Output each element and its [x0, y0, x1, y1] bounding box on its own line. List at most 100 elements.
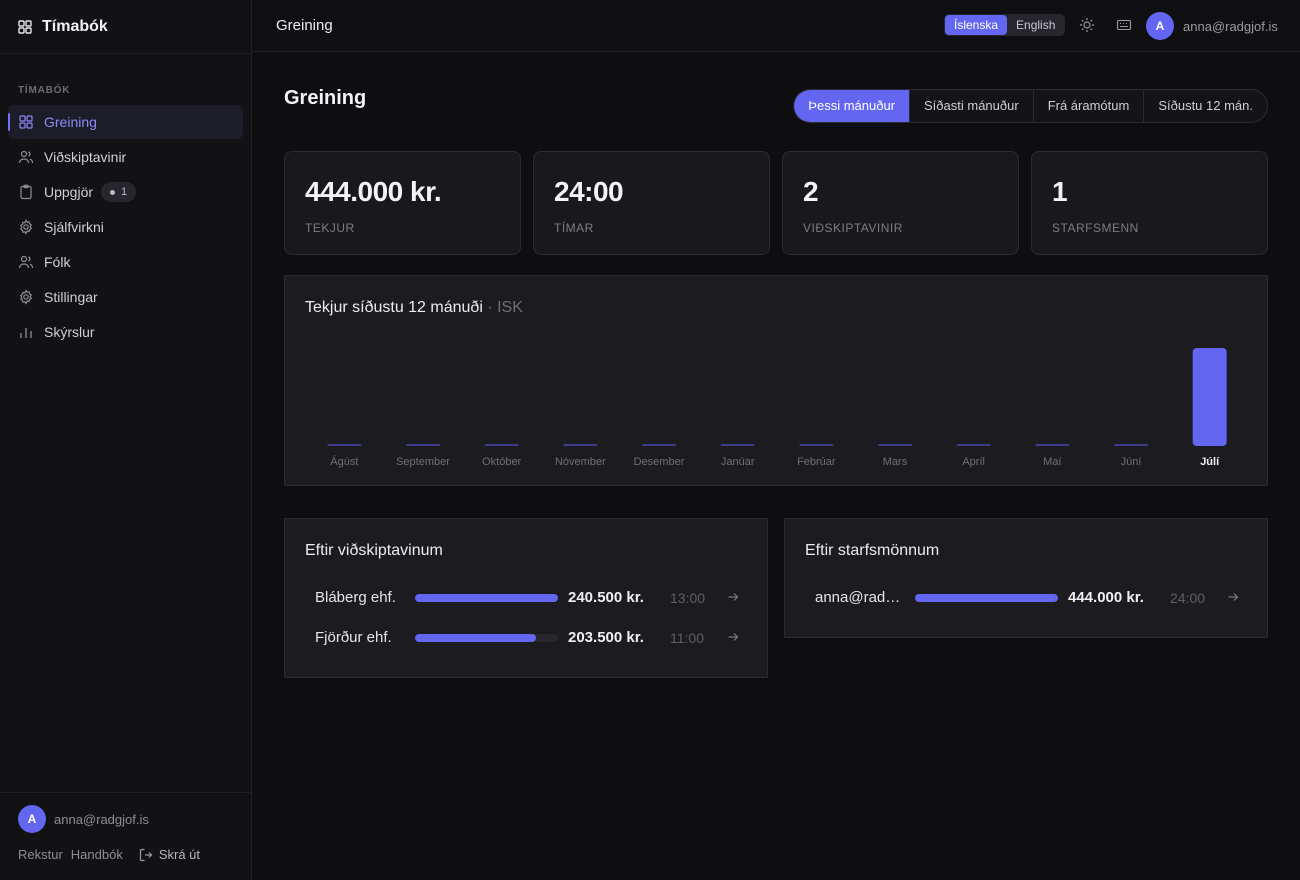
sidebar-item-label: Viðskiptavinir	[44, 149, 127, 165]
link-handbok[interactable]: Handbók	[71, 847, 123, 862]
share-bar	[915, 594, 1058, 602]
logout-label: Skrá út	[158, 847, 201, 862]
chart-tick-label-10: Júní	[1121, 456, 1142, 468]
share-bar-fill	[915, 594, 1058, 602]
chart-tick-label-4: Desember	[634, 456, 685, 468]
list-item[interactable]: Bláberg ehf. 240.500 kr. 13:00	[315, 586, 739, 610]
card-title: Eftir viðskiptavinum	[305, 542, 443, 559]
kpi-label: TEKJUR	[305, 221, 355, 235]
arrow-right-icon[interactable]	[1227, 591, 1239, 603]
kpi-value: 1	[1052, 176, 1068, 207]
kpi-card-employees: 1 STARFSMENN	[1031, 151, 1268, 255]
sun-icon[interactable]	[1079, 17, 1095, 33]
by-employee-card: Eftir starfsmönnum anna@radg… 444.000 kr…	[784, 518, 1268, 638]
chart-bar-0[interactable]	[327, 444, 362, 446]
sidebar-item-sjalfvirkni[interactable]: Sjálfvirkni	[8, 210, 243, 244]
sidebar: Tímabók TÍMABÓK Greining Viðskiptavinir	[0, 0, 252, 880]
sidebar-item-skyrslur[interactable]: Skýrslur	[8, 315, 243, 349]
kpi-value: 444.000 kr.	[305, 176, 442, 207]
page-title: Greining	[284, 87, 367, 109]
chart-tick-label-5: Janúar	[721, 456, 755, 468]
gear-icon	[18, 289, 34, 305]
sidebar-user[interactable]: A anna@radgjof.is	[18, 805, 149, 833]
range-year-to-date[interactable]: Frá áramótum	[1032, 90, 1144, 122]
chart-bar-2[interactable]	[484, 444, 519, 446]
arrow-right-icon[interactable]	[727, 631, 739, 643]
sidebar-footer: A anna@radgjof.is Rekstur Handbók Skrá ú…	[0, 792, 252, 880]
user-email: anna@radgjof.is	[1183, 18, 1278, 34]
chart-tick-label-1: September	[396, 456, 450, 468]
share-bar-fill	[415, 634, 536, 642]
share-bar-fill	[415, 594, 558, 602]
chart-bar-6[interactable]	[799, 444, 834, 446]
revenue-chart-card: Tekjur síðustu 12 mánuði · ISK Ágúst Sept…	[284, 275, 1268, 486]
sidebar-item-uppgjor[interactable]: Uppgjör 1	[8, 175, 243, 209]
list-item[interactable]: anna@radg… 444.000 kr. 24:00	[815, 586, 1239, 610]
chart-bar-11[interactable]	[1192, 348, 1227, 446]
grid-icon	[18, 114, 34, 130]
badge-count: 1	[121, 186, 128, 198]
avatar: A	[18, 805, 46, 833]
link-rekstur[interactable]: Rekstur	[18, 847, 63, 862]
chart-bar-3[interactable]	[563, 444, 598, 446]
sidebar-item-label: Fólk	[44, 254, 71, 270]
sidebar-item-greining[interactable]: Greining	[8, 105, 243, 139]
chart-bar-1[interactable]	[406, 444, 440, 446]
chart-bar-9[interactable]	[1035, 444, 1070, 446]
users-icon	[18, 254, 34, 270]
chart-bar-10[interactable]	[1114, 444, 1148, 446]
user-email: anna@radgjof.is	[54, 811, 149, 827]
date-range-selector: Þessi mánuður Síðasti mánuður Frá áramót…	[793, 89, 1268, 123]
chart-title: Tekjur síðustu 12 mánuði · ISK	[305, 299, 523, 317]
chart-bar-5[interactable]	[720, 444, 755, 446]
logout-button[interactable]: Skrá út	[139, 847, 208, 862]
chart-tick-label-2: Október	[482, 456, 521, 468]
language-switcher: Íslenska English	[944, 14, 1066, 36]
chart-bar-8[interactable]	[956, 444, 991, 446]
range-this-month[interactable]: Þessi mánuður	[794, 90, 910, 122]
kpi-value: 24:00	[554, 176, 624, 207]
row-amount: 444.000 kr.	[1068, 589, 1144, 606]
card-title: Eftir starfsmönnum	[805, 542, 940, 559]
kpi-card-clients: 2 VIÐSKIPTAVINIR	[782, 151, 1019, 255]
sidebar-item-vidskiptavinir[interactable]: Viðskiptavinir	[8, 140, 243, 174]
grid-icon	[18, 19, 32, 34]
chart-tick-label-0: Ágúst	[330, 455, 358, 468]
lang-option-is[interactable]: Íslenska	[945, 15, 1008, 35]
chart-tick-label-7: Mars	[883, 456, 908, 468]
chart-unit-separator: ·	[487, 299, 498, 316]
logout-icon	[139, 848, 153, 861]
sidebar-item-label: Greining	[44, 114, 97, 130]
row-hours: 11:00	[670, 630, 704, 646]
lang-option-en[interactable]: English	[1007, 15, 1064, 35]
chart-bar-7[interactable]	[878, 444, 912, 446]
avatar: A	[1146, 12, 1174, 40]
sidebar-item-label: Skýrslur	[44, 324, 95, 340]
chart-tick-label-3: Nóvember	[555, 456, 606, 468]
sidebar-item-stillingar[interactable]: Stillingar	[8, 280, 243, 314]
kpi-label: VIÐSKIPTAVINIR	[803, 221, 903, 235]
chart-tick-label-6: Febrúar	[797, 456, 836, 468]
kpi-value: 2	[803, 176, 819, 207]
users-icon	[18, 149, 34, 165]
chart-tick-label-8: Apríl	[962, 456, 985, 468]
list-item[interactable]: Fjörður ehf. 203.500 kr. 11:00	[315, 626, 739, 650]
brand[interactable]: Tímabók	[0, 0, 251, 54]
chart-tick-label-9: Maí	[1043, 456, 1061, 468]
kpi-label: TÍMAR	[554, 221, 594, 235]
sidebar-item-label: Uppgjör	[44, 184, 94, 200]
arrow-right-icon[interactable]	[727, 591, 739, 603]
share-bar	[415, 634, 558, 642]
range-last-month[interactable]: Síðasti mánuður	[909, 90, 1033, 122]
row-hours: 13:00	[670, 590, 706, 606]
chart-bar-4[interactable]	[642, 444, 676, 446]
chart-unit: ISK	[497, 299, 523, 316]
keyboard-icon[interactable]	[1116, 17, 1132, 33]
row-name: Fjörður ehf.	[315, 629, 392, 646]
topbar-user[interactable]: A anna@radgjof.is	[1146, 12, 1278, 40]
sidebar-item-folk[interactable]: Fólk	[8, 245, 243, 279]
bar-chart-icon	[18, 324, 34, 340]
range-last-12-months[interactable]: Síðustu 12 mán.	[1143, 90, 1267, 122]
dot-icon	[110, 189, 116, 195]
kpi-card-hours: 24:00 TÍMAR	[533, 151, 770, 255]
